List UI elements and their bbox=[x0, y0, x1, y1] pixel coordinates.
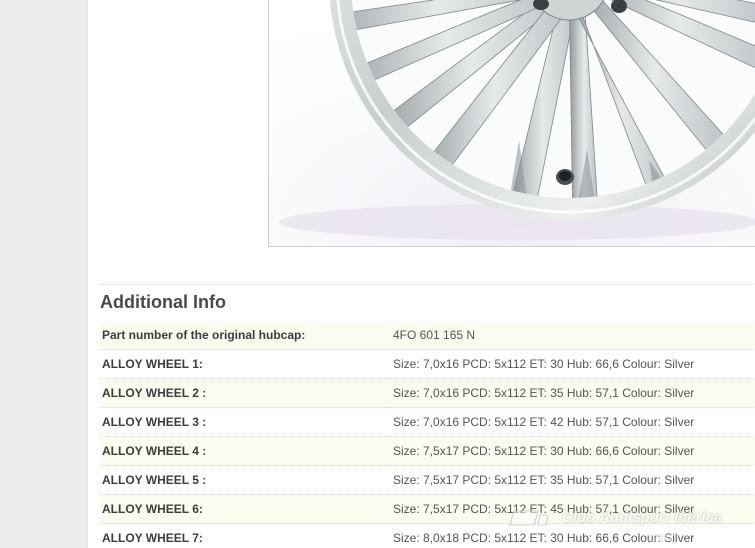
section-divider bbox=[100, 284, 755, 285]
watermark: Club Audisport Ibérica .com bbox=[506, 505, 755, 545]
row-value: Size: 7,5x17 PCD: 5x112 ET: 35 Hub: 57,1… bbox=[391, 465, 755, 495]
section-title: Additional Info bbox=[100, 292, 226, 312]
table-row: ALLOY WHEEL 5 : Size: 7,5x17 PCD: 5x112 … bbox=[100, 465, 755, 495]
row-value: Size: 7,0x16 PCD: 5x112 ET: 30 Hub: 66,6… bbox=[391, 349, 755, 379]
watermark-logo-icon bbox=[509, 510, 548, 526]
table-row: ALLOY WHEEL 4 : Size: 7,5x17 PCD: 5x112 … bbox=[100, 436, 755, 466]
row-value: Size: 7,0x16 PCD: 5x112 ET: 35 Hub: 57,1… bbox=[391, 378, 755, 408]
table-row: ALLOY WHEEL 2 : Size: 7,0x16 PCD: 5x112 … bbox=[100, 378, 755, 408]
row-label: Part number of the original hubcap: bbox=[100, 321, 391, 350]
table-row: ALLOY WHEEL 1: Size: 7,0x16 PCD: 5x112 E… bbox=[100, 349, 755, 379]
row-value: Size: 7,5x17 PCD: 5x112 ET: 30 Hub: 66,6… bbox=[391, 436, 755, 466]
row-label: ALLOY WHEEL 7: bbox=[100, 523, 391, 548]
watermark-subtext: .com bbox=[646, 530, 673, 544]
table-row: ALLOY WHEEL 3 : Size: 7,0x16 PCD: 5x112 … bbox=[100, 407, 755, 437]
row-value: Size: 7,0x16 PCD: 5x112 ET: 42 Hub: 57,1… bbox=[391, 407, 755, 437]
content-panel: Additional Info Part number of the origi… bbox=[87, 0, 755, 548]
row-value: 4FO 601 165 N bbox=[391, 321, 755, 350]
row-label: ALLOY WHEEL 1: bbox=[100, 349, 391, 379]
product-image[interactable] bbox=[268, 0, 755, 247]
row-label: ALLOY WHEEL 2 : bbox=[100, 378, 391, 408]
table-row: Part number of the original hubcap: 4FO … bbox=[100, 321, 755, 350]
watermark-text: Club Audisport Ibérica bbox=[562, 509, 723, 526]
row-label: ALLOY WHEEL 5 : bbox=[100, 465, 391, 495]
row-label: ALLOY WHEEL 4 : bbox=[100, 436, 391, 466]
row-label: ALLOY WHEEL 6: bbox=[100, 494, 391, 524]
alloy-wheel-image bbox=[269, 0, 755, 246]
row-label: ALLOY WHEEL 3 : bbox=[100, 407, 391, 437]
